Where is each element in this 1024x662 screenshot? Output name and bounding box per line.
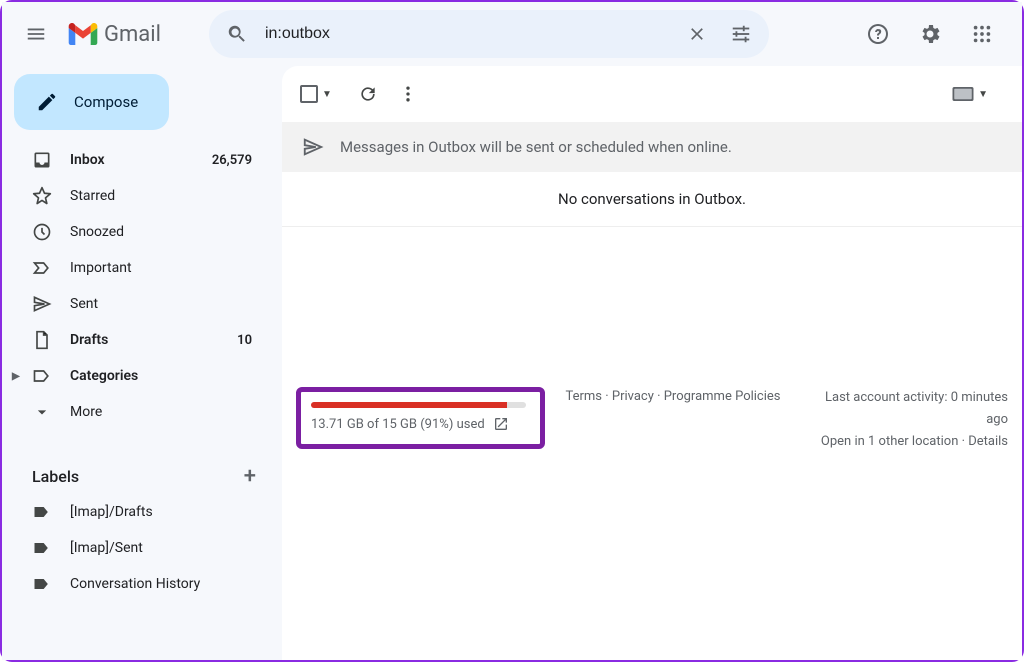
- compose-button[interactable]: Compose: [14, 74, 169, 130]
- add-label-button[interactable]: +: [244, 464, 256, 489]
- privacy-link[interactable]: Privacy: [612, 389, 654, 404]
- nav-count: 10: [237, 333, 252, 348]
- nav-important[interactable]: Important: [10, 250, 270, 286]
- apps-button[interactable]: [958, 10, 1006, 58]
- pencil-icon: [36, 91, 58, 113]
- nav-drafts[interactable]: Drafts 10: [10, 322, 270, 358]
- tune-icon: [730, 23, 752, 45]
- nav-categories[interactable]: ▶ Categories: [10, 358, 270, 394]
- label-icon: [32, 574, 52, 594]
- caret-down-icon: ▼: [978, 89, 988, 100]
- more-menu-button[interactable]: [388, 74, 428, 114]
- nav-sent[interactable]: Sent: [10, 286, 270, 322]
- important-icon: [32, 258, 52, 278]
- labels-title: Labels: [32, 467, 79, 486]
- caret-right-icon: ▶: [12, 371, 20, 382]
- help-icon: [866, 22, 890, 46]
- gmail-icon: [68, 23, 98, 45]
- nav-more[interactable]: More: [10, 394, 270, 430]
- toolbar: ▼ ▼: [282, 66, 1022, 122]
- storage-fill: [311, 402, 507, 408]
- draft-icon: [32, 330, 52, 350]
- storage-highlight: 13.71 GB of 15 GB (91%) used: [296, 387, 545, 449]
- nav-label: Sent: [70, 296, 252, 312]
- categories-icon: [32, 366, 52, 386]
- storage-text: 13.71 GB of 15 GB (91%) used: [311, 417, 485, 432]
- topbar: Gmail: [2, 2, 1022, 66]
- footer-links: Terms · Privacy · Programme Policies: [565, 387, 780, 408]
- label-icon: [32, 538, 52, 558]
- clock-icon: [32, 222, 52, 242]
- support-button[interactable]: [854, 10, 902, 58]
- chevron-down-icon: [32, 402, 52, 422]
- compose-label: Compose: [74, 93, 138, 111]
- refresh-button[interactable]: [348, 74, 388, 114]
- nav-label: Important: [70, 260, 252, 276]
- search-icon: [226, 23, 248, 45]
- apps-grid-icon: [971, 23, 993, 45]
- gmail-logo[interactable]: Gmail: [68, 22, 161, 47]
- search-options-button[interactable]: [719, 12, 763, 56]
- policies-link[interactable]: Programme Policies: [664, 389, 781, 404]
- details-link[interactable]: Details: [968, 434, 1008, 449]
- select-all-button[interactable]: ▼: [300, 85, 332, 103]
- app-name: Gmail: [104, 22, 161, 47]
- main-panel: ▼ ▼ Messages in Outbox will be sent or s…: [282, 66, 1022, 660]
- main-menu-button[interactable]: [12, 10, 60, 58]
- refresh-icon: [358, 84, 378, 104]
- send-icon: [302, 136, 324, 158]
- empty-state-text: No conversations in Outbox.: [282, 172, 1022, 227]
- input-tools-button[interactable]: ▼: [952, 87, 988, 101]
- label-item[interactable]: [Imap]/Drafts: [10, 494, 270, 530]
- caret-down-icon: ▼: [322, 89, 332, 100]
- clear-search-button[interactable]: [675, 12, 719, 56]
- checkbox-icon: [300, 85, 318, 103]
- star-icon: [32, 186, 52, 206]
- close-icon: [687, 24, 707, 44]
- send-icon: [32, 294, 52, 314]
- nav-label: Categories: [70, 368, 252, 384]
- more-vert-icon: [398, 84, 418, 104]
- nav-label: Starred: [70, 188, 252, 204]
- nav-label: Inbox: [70, 152, 194, 168]
- label-icon: [32, 502, 52, 522]
- activity-info: Last account activity: 0 minutes ago Ope…: [801, 387, 1009, 453]
- nav-label: More: [70, 404, 252, 420]
- nav-label: Drafts: [70, 332, 219, 348]
- terms-link[interactable]: Terms: [565, 389, 602, 404]
- nav-label: Snoozed: [70, 224, 252, 240]
- keyboard-icon: [952, 87, 974, 101]
- nav-count: 26,579: [212, 153, 252, 168]
- search-bar[interactable]: [209, 10, 769, 58]
- nav-list: Inbox 26,579 Starred Snoozed Important S…: [10, 142, 270, 430]
- labels-header: Labels +: [10, 458, 270, 494]
- search-input[interactable]: [259, 25, 675, 43]
- search-button[interactable]: [215, 12, 259, 56]
- sidebar: Compose Inbox 26,579 Starred Snoozed Imp…: [2, 66, 282, 660]
- label-text: [Imap]/Sent: [70, 540, 252, 556]
- hamburger-icon: [25, 23, 47, 45]
- nav-snoozed[interactable]: Snoozed: [10, 214, 270, 250]
- banner-text: Messages in Outbox will be sent or sched…: [340, 138, 732, 156]
- outbox-banner: Messages in Outbox will be sent or sched…: [282, 122, 1022, 172]
- gear-icon: [918, 22, 942, 46]
- body: Compose Inbox 26,579 Starred Snoozed Imp…: [2, 66, 1022, 660]
- settings-button[interactable]: [906, 10, 954, 58]
- activity-line1: Last account activity: 0 minutes ago: [801, 387, 1009, 431]
- label-item[interactable]: [Imap]/Sent: [10, 530, 270, 566]
- inbox-icon: [32, 150, 52, 170]
- label-text: Conversation History: [70, 576, 252, 592]
- storage-bar: [311, 402, 526, 408]
- activity-line2: Open in 1 other location ·: [821, 434, 968, 449]
- footer: 13.71 GB of 15 GB (91%) used Terms · Pri…: [282, 377, 1022, 463]
- top-right-actions: [854, 10, 1006, 58]
- labels-list: [Imap]/Drafts [Imap]/Sent Conversation H…: [10, 494, 270, 602]
- nav-inbox[interactable]: Inbox 26,579: [10, 142, 270, 178]
- label-item[interactable]: Conversation History: [10, 566, 270, 602]
- label-text: [Imap]/Drafts: [70, 504, 252, 520]
- nav-starred[interactable]: Starred: [10, 178, 270, 214]
- open-in-new-icon[interactable]: [493, 416, 509, 432]
